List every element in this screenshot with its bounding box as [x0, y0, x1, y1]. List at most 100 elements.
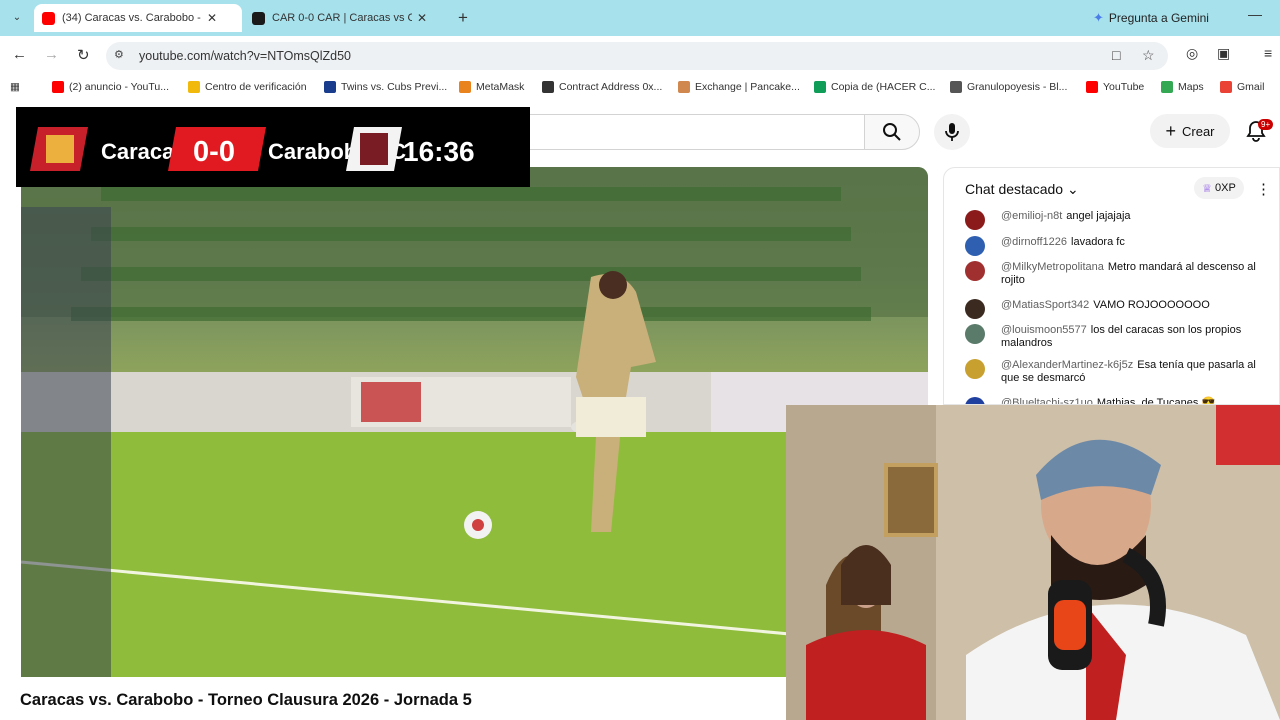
xp-badge[interactable]: ♕ 0XP — [1194, 177, 1244, 199]
webcam-frame — [786, 405, 1280, 720]
bookmark-label: Maps — [1178, 81, 1204, 93]
tab-title: (34) Caracas vs. Carabobo - Tor — [62, 12, 202, 24]
score-site-favicon-icon — [252, 11, 265, 25]
apps-grid-icon[interactable]: ▦ — [10, 81, 20, 93]
scoreboard-graphic: Caracas FC 0-0 Carabobo FC 16:36 — [30, 127, 475, 171]
chat-text: lavadora fc — [1071, 236, 1125, 248]
youtube-favicon-icon — [42, 11, 55, 25]
tab-score[interactable]: CAR 0-0 CAR | Caracas vs Carab ✕ — [244, 4, 452, 32]
bookmark-label: Gmail — [1237, 81, 1265, 93]
reload-icon[interactable]: ↻ — [77, 46, 90, 64]
bookmarks-bar: ▦ (2) anuncio - YouTu... Centro de verif… — [0, 76, 1280, 100]
search-input[interactable] — [528, 114, 864, 150]
bookmark-item[interactable]: Exchange | Pancake... — [678, 81, 800, 93]
install-app-icon[interactable]: □ — [1112, 47, 1120, 63]
tab-search-icon[interactable]: ⌄ — [8, 9, 26, 27]
gemini-icon: ✦ — [1093, 10, 1104, 25]
scoreboard-overlay: Caracas FC 0-0 Carabobo FC 16:36 — [16, 107, 530, 187]
video-title: Caracas vs. Carabobo - Torneo Clausura 2… — [20, 691, 472, 709]
xp-value: 0XP — [1215, 182, 1236, 194]
minimize-icon[interactable]: — — [1248, 6, 1262, 22]
tab-youtube[interactable]: (34) Caracas vs. Carabobo - Tor ✕ — [34, 4, 242, 32]
avatar — [965, 359, 985, 379]
close-tab-icon[interactable]: ✕ — [412, 11, 432, 25]
plus-icon: + — [1165, 120, 1176, 141]
chevron-down-icon: ⌄ — [1066, 181, 1079, 197]
close-tab-icon[interactable]: ✕ — [202, 11, 222, 25]
chat-header-label: Chat destacado — [965, 181, 1064, 197]
pancake-bookmark-icon — [678, 81, 690, 93]
gemini-button[interactable]: ✦ Pregunta a Gemini — [1093, 10, 1209, 26]
sheets-bookmark-icon — [814, 81, 826, 93]
microphone-icon — [945, 123, 959, 141]
bookmark-item[interactable]: MetaMask — [459, 81, 524, 93]
avatar — [965, 299, 985, 319]
new-tab-icon[interactable]: + — [458, 8, 468, 28]
url-text: youtube.com/watch?v=NTOmsQlZd50 — [139, 49, 352, 63]
back-icon[interactable]: ← — [12, 46, 27, 63]
bookmark-item[interactable]: Copia de (HACER C... — [814, 81, 935, 93]
bookmark-item[interactable]: Maps — [1161, 81, 1204, 93]
contract-bookmark-icon — [542, 81, 554, 93]
caracas-crest-icon — [46, 135, 74, 163]
bookmark-label: Centro de verificación — [205, 81, 307, 93]
bookmark-item[interactable]: Twins vs. Cubs Previ... — [324, 81, 447, 93]
bookmark-label: Exchange | Pancake... — [695, 81, 800, 93]
lens-icon[interactable]: ◎ — [1186, 45, 1198, 62]
voice-search-button[interactable] — [934, 114, 970, 150]
extensions-icon[interactable]: ▣ — [1217, 45, 1230, 62]
search-icon — [883, 123, 901, 141]
chat-author: @AlexanderMartinez-k6j5z — [1001, 359, 1134, 371]
webcam-overlay — [786, 405, 1280, 720]
bookmark-label: MetaMask — [476, 81, 525, 93]
search-button[interactable] — [864, 114, 920, 150]
metamask-bookmark-icon — [459, 81, 471, 93]
match-score: 0-0 — [193, 136, 235, 168]
bookmark-item[interactable]: Granulopoyesis - Bl... — [950, 81, 1067, 93]
tab-title: CAR 0-0 CAR | Caracas vs Carab — [272, 12, 412, 24]
create-button[interactable]: + Crear — [1150, 114, 1230, 148]
gmail-bookmark-icon — [1220, 81, 1232, 93]
carabobo-crest-icon — [360, 133, 388, 165]
bookmark-item[interactable]: Contract Address 0x... — [542, 81, 662, 93]
youtube-bookmark-icon — [52, 81, 64, 93]
avatar — [965, 324, 985, 344]
chat-author: @MilkyMetropolitana — [1001, 261, 1104, 273]
match-clock: 16:36 — [403, 136, 475, 167]
binance-bookmark-icon — [188, 81, 200, 93]
live-chat-panel: Chat destacado ⌄ ♕ 0XP ⋮ @emilioj-n8t ang… — [943, 167, 1280, 405]
bookmark-label: Granulopoyesis - Bl... — [967, 81, 1068, 93]
bookmark-star-icon[interactable]: ☆ — [1142, 47, 1155, 64]
chat-author: @dirnoff1226 — [1001, 236, 1068, 248]
bookmark-item[interactable]: YouTube — [1086, 81, 1144, 93]
chat-author: @louismoon5577 — [1001, 324, 1087, 336]
chat-author: @emilioj-n8t — [1001, 210, 1063, 222]
chat-author: @MatiasSport342 — [1001, 299, 1090, 311]
avatar — [965, 261, 985, 281]
create-label: Crear — [1182, 123, 1215, 139]
bookmark-label: Twins vs. Cubs Previ... — [341, 81, 448, 93]
chat-text: VAMO ROJOOOOOOO — [1093, 299, 1210, 311]
bookmark-item[interactable]: (2) anuncio - YouTu... — [52, 81, 169, 93]
site-info-icon[interactable]: ⚙ — [114, 48, 130, 64]
avatar — [965, 397, 985, 404]
notification-badge: 9+ — [1258, 119, 1274, 130]
mlb-bookmark-icon — [324, 81, 336, 93]
avatar — [965, 210, 985, 230]
bookmark-item[interactable]: Gmail — [1220, 81, 1264, 93]
gemini-label: Pregunta a Gemini — [1108, 11, 1209, 25]
chat-text: angel jajajaja — [1066, 210, 1131, 222]
chat-author: @Blueltachi-sz1uo — [1001, 397, 1093, 405]
bookmark-label: (2) anuncio - YouTu... — [69, 81, 170, 93]
address-bar[interactable]: ⚙ youtube.com/watch?v=NTOmsQlZd50 □ ☆ — [106, 42, 1168, 70]
crown-icon: ♕ — [1202, 182, 1213, 195]
forward-icon[interactable]: → — [44, 46, 59, 63]
bookmark-item[interactable]: Centro de verificación — [188, 81, 307, 93]
chat-text: Mathias, de Tucanes 😎 — [1096, 397, 1216, 405]
chat-mode-dropdown[interactable]: Chat destacado ⌄ — [965, 181, 1079, 198]
reading-list-icon[interactable]: ≡ — [1264, 45, 1272, 61]
more-options-icon[interactable]: ⋮ — [1256, 180, 1271, 198]
youtube-bookmark-icon — [1086, 81, 1098, 93]
bookmark-label: Copia de (HACER C... — [831, 81, 936, 93]
avatar — [965, 236, 985, 256]
